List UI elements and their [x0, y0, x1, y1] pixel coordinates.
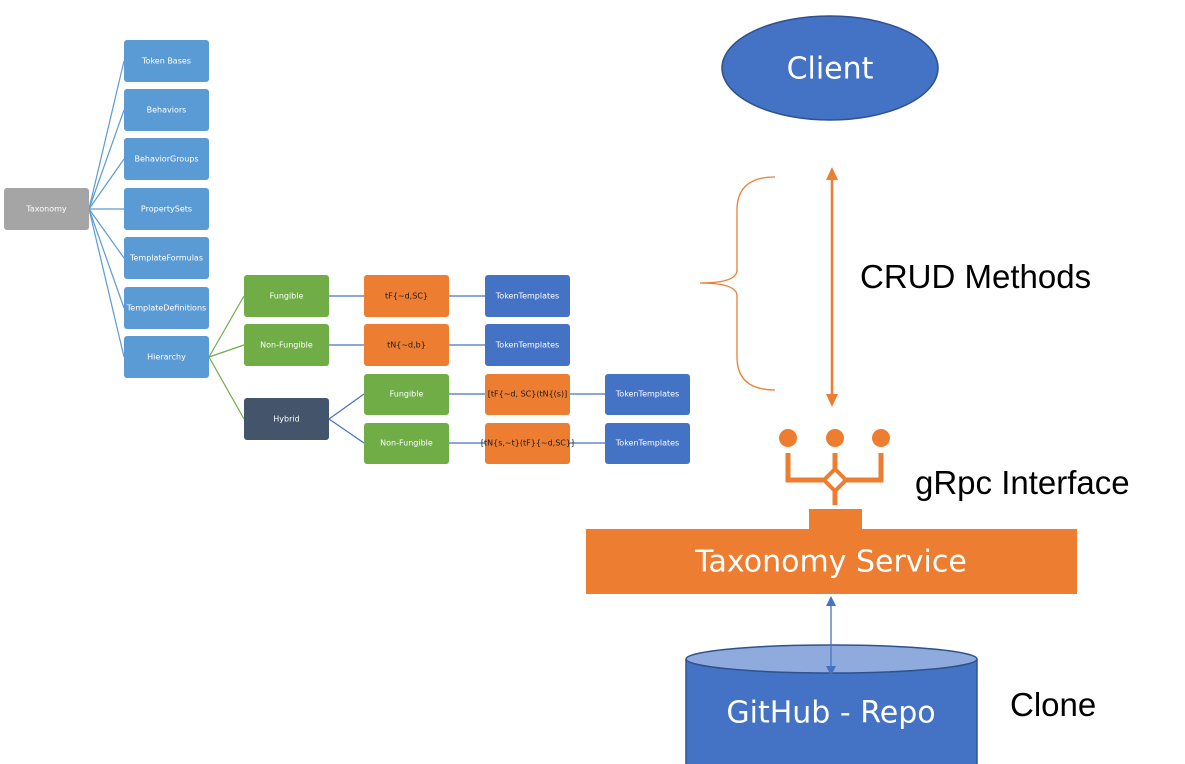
- node-hybrid-non-fungible-formula: [tN{s,~t}(tF}{~d,SC}]: [481, 423, 574, 464]
- node-label: Hybrid: [273, 415, 299, 424]
- node-label: tN{~d,b}: [387, 341, 426, 350]
- hierarchy-connectors: [208, 295, 245, 420]
- node-label: [tN{s,~t}(tF}{~d,SC}]: [481, 439, 574, 448]
- node-hierarchy: Hierarchy: [124, 336, 209, 378]
- chain-connectors: [328, 295, 605, 444]
- tree-connectors: [88, 60, 125, 358]
- node-label: Taxonomy: [25, 205, 67, 214]
- clone-label: Clone: [1010, 686, 1096, 723]
- node-hybrid-fungible-templates: TokenTemplates: [605, 374, 690, 415]
- node-non-fungible: Non-Fungible: [244, 324, 329, 366]
- node-label: Non-Fungible: [260, 341, 313, 350]
- crud-arrow: [826, 167, 838, 407]
- node-hybrid-non-fungible: Non-Fungible: [364, 423, 449, 464]
- node-token-bases: Token Bases: [124, 40, 209, 82]
- node-label: Non-Fungible: [380, 439, 433, 448]
- node-behaviors: Behaviors: [124, 89, 209, 131]
- node-fungible: Fungible: [244, 275, 329, 317]
- taxonomy-service-label: Taxonomy Service: [694, 545, 967, 580]
- node-non-fungible-formula: tN{~d,b}: [364, 324, 449, 366]
- node-label: TokenTemplates: [495, 341, 559, 350]
- crud-methods-label: CRUD Methods: [860, 258, 1091, 295]
- grpc-interface-label: gRpc Interface: [915, 464, 1130, 501]
- node-label: TokenTemplates: [615, 390, 679, 399]
- node-hybrid-non-fungible-templates: TokenTemplates: [605, 423, 690, 464]
- node-template-formulas: TemplateFormulas: [124, 237, 209, 279]
- node-label: tF{~d,SC}: [385, 292, 428, 301]
- node-fungible-formula: tF{~d,SC}: [364, 275, 449, 317]
- github-repo-label: GitHub - Repo: [726, 696, 935, 731]
- client-node: Client: [721, 15, 939, 121]
- node-label: Fungible: [390, 390, 424, 399]
- brace-icon: [699, 176, 776, 391]
- node-template-definitions: TemplateDefinitions: [124, 287, 209, 329]
- node-non-fungible-templates: TokenTemplates: [485, 324, 570, 366]
- node-label: TemplateFormulas: [129, 254, 203, 263]
- node-hybrid-fungible: Fungible: [364, 374, 449, 415]
- node-behavior-groups: BehaviorGroups: [124, 138, 209, 180]
- node-label: PropertySets: [141, 205, 192, 214]
- node-taxonomy-root: Taxonomy: [4, 188, 89, 230]
- node-label: TokenTemplates: [495, 292, 559, 301]
- node-label: TokenTemplates: [615, 439, 679, 448]
- node-fungible-templates: TokenTemplates: [485, 275, 570, 317]
- node-label: BehaviorGroups: [134, 155, 198, 164]
- grpc-icon: [779, 429, 890, 505]
- node-label: Behaviors: [147, 106, 187, 115]
- client-label: Client: [787, 52, 874, 87]
- node-label: TemplateDefinitions: [126, 304, 206, 313]
- node-hybrid-fungible-formula: [tF{~d, SC}(tN{(s)]: [485, 374, 570, 415]
- node-label: Hierarchy: [147, 353, 186, 362]
- taxonomy-service-node: Taxonomy Service: [586, 509, 1077, 594]
- node-property-sets: PropertySets: [124, 188, 209, 230]
- node-hybrid: Hybrid: [244, 398, 329, 440]
- node-label: [tF{~d, SC}(tN{(s)]: [488, 390, 567, 399]
- taxonomy-diagram: Taxonomy Token Bases Behaviors BehaviorG…: [4, 15, 1130, 764]
- node-label: Fungible: [270, 292, 304, 301]
- node-label: Token Bases: [141, 57, 191, 66]
